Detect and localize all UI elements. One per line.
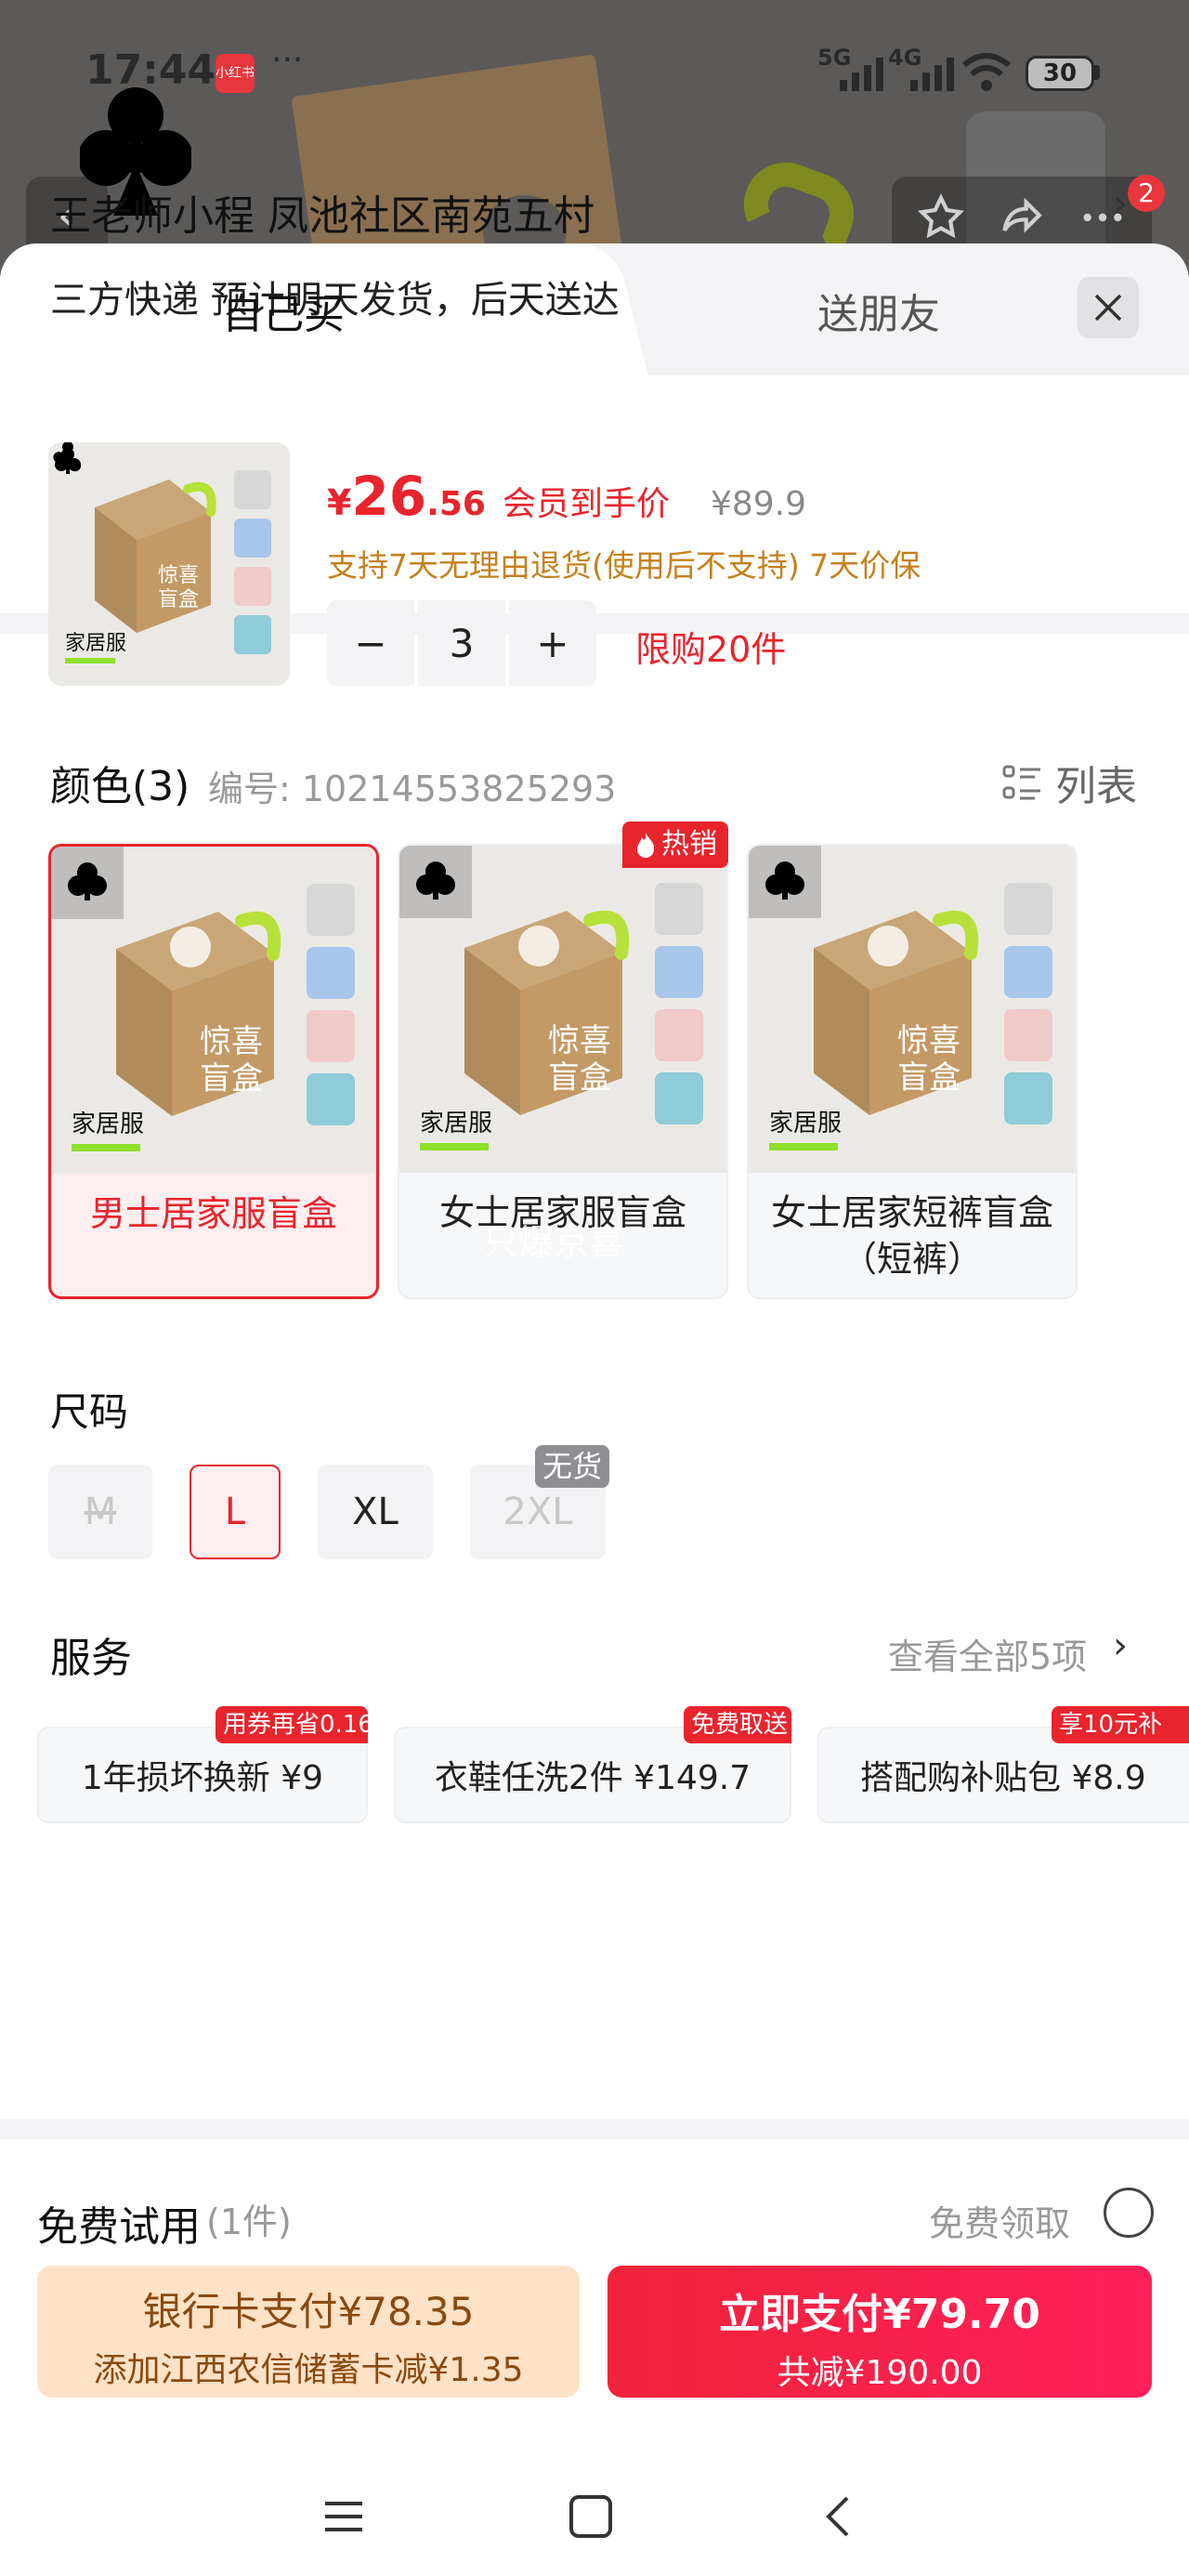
size-option-m: M [48,1465,152,1559]
address-chevron-right-icon[interactable]: › [1113,182,1128,225]
more-notifications-icon: ··· [271,41,304,79]
app-notification-icon: 小红书 [216,54,255,93]
status-bar: 17:44 小红书 ··· 5G 4G 30 [0,37,1189,112]
tab-self-buy[interactable]: 自己买 [0,243,604,375]
color-option-name: 女士居家短裤盲盒（短裤） [770,1192,1053,1280]
return-policy: 支持7天无理由退货(使用后不支持) 7天价保 [327,547,921,584]
notification-badge: 2 [1128,175,1165,212]
color-option-image: 惊喜盲盒家居服 [51,847,376,1174]
price-integer: 26 [351,465,427,528]
price-decimal: .56 [426,485,486,523]
address-name[interactable]: 王老师小程 凤池社区南苑五村 [50,182,594,242]
free-trial-title: 免费试用 [37,2203,201,2251]
purchase-limit: 限购20件 [635,629,787,670]
system-navigation-bar [0,2453,1189,2576]
share-icon[interactable] [996,191,1048,243]
free-trial-radio[interactable] [1104,2188,1154,2238]
svg-text:盲盒: 盲盒 [158,588,199,611]
signal-4g-icon [910,58,954,91]
size-title: 尺码 [50,1389,129,1435]
color-option-box-text: 惊喜盲盒 [548,1022,611,1097]
decrease-button[interactable]: − [327,600,414,686]
color-option-image-label: 家居服 [420,1110,493,1137]
wifi-icon [962,53,1011,91]
thumb-label: 家居服 [65,632,127,655]
tab-gift-friend[interactable]: 送朋友 [817,281,940,340]
bank-card-pay-button[interactable]: 银行卡支付¥78.35 添加江西农信储蓄卡减¥1.35 [37,2266,580,2398]
watermark-overlay-text: 只爆京喜 [483,1222,625,1263]
color-title: 颜色(3) [50,763,190,810]
quantity-value[interactable]: 3 [418,600,505,686]
product-thumbnail[interactable]: 惊喜 盲盒 家居服 [48,442,290,686]
service-badge: 享10元补 [1052,1706,1189,1743]
increase-button[interactable]: + [509,600,596,686]
status-time: 17:44 [85,46,216,94]
color-option-image-label: 家居服 [769,1110,843,1137]
color-option-box-text: 惊喜盲盒 [897,1022,960,1097]
quantity-stepper: − 3 + [327,600,596,686]
fire-icon [637,833,655,858]
color-option-3[interactable]: 惊喜盲盒家居服女士居家短裤盲盒（短裤） [747,844,1078,1299]
menu-icon[interactable] [307,2479,381,2554]
price-row: ¥ 26 .56 会员到手价 ¥89.9 [327,465,807,528]
section-divider [0,2119,1189,2139]
chevron-right-icon[interactable]: › [1113,1624,1128,1667]
free-trial-count: (1件) [206,2201,292,2242]
service-badge: 免费取送 [684,1706,791,1743]
home-icon[interactable] [554,2479,628,2554]
close-button[interactable] [1078,277,1139,338]
color-option-1[interactable]: 惊喜盲盒家居服男士居家服盲盒 [48,844,379,1299]
view-all-services-link[interactable]: 查看全部5项 [888,1628,1087,1679]
service-badge: 用券再省0.16 [216,1706,368,1743]
signal-5g-icon [840,58,883,91]
color-option-image-label: 家居服 [72,1111,145,1138]
close-icon [1094,294,1122,322]
color-option-name: 男士居家服盲盒 [89,1193,337,1234]
member-price-label: 会员到手价 [502,485,670,523]
size-option-xl[interactable]: XL [318,1465,433,1559]
list-icon [1002,765,1040,800]
free-trial-claim-label: 免费领取 [929,2203,1071,2244]
back-icon[interactable] [801,2479,875,2554]
product-code: 编号: 10214553825293 [208,769,617,809]
svg-text:惊喜: 惊喜 [158,564,199,587]
color-option-image: 惊喜盲盒家居服 [399,846,726,1173]
list-view-toggle[interactable]: 列表 [1001,753,1137,812]
size-option-l[interactable]: L [189,1465,281,1559]
service-title: 服务 [50,1635,132,1682]
original-price: ¥89.9 [710,485,807,523]
color-option-box-text: 惊喜盲盒 [200,1023,263,1097]
pay-now-button[interactable]: 立即支付¥79.70 共减¥190.00 [608,2266,1152,2398]
hot-sale-badge: 热销 [622,821,728,868]
out-of-stock-badge: 无货 [535,1445,610,1488]
battery-icon: 30 [1026,56,1094,91]
color-option-image: 惊喜盲盒家居服 [749,846,1076,1173]
star-icon[interactable] [915,191,967,243]
